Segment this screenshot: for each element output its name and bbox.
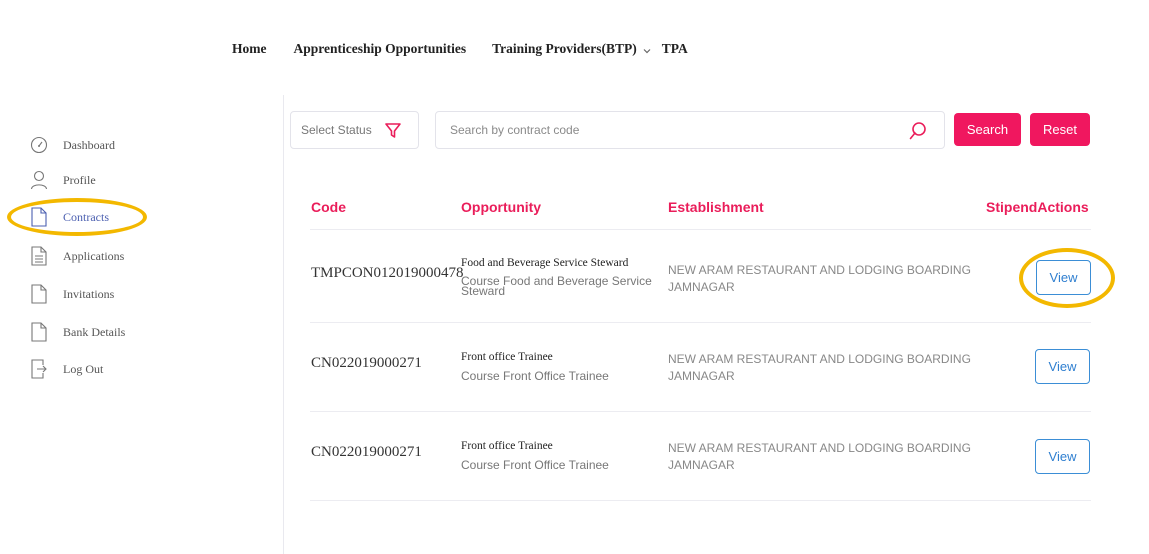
opportunity-title: Front office Trainee — [461, 440, 553, 452]
column-header-code: Code — [311, 199, 346, 215]
document-icon — [28, 321, 50, 343]
nav-training-providers-label: Training Providers(BTP) — [492, 41, 637, 56]
establishment-city: JAMNAGAR — [668, 369, 735, 383]
nav-home[interactable]: Home — [232, 41, 267, 57]
highlight-circle — [1019, 248, 1115, 308]
sidebar-item-bank-details[interactable]: Bank Details — [28, 321, 125, 343]
search-icon[interactable] — [908, 121, 928, 141]
logout-icon — [28, 358, 50, 380]
status-select[interactable]: Select Status — [290, 111, 419, 149]
establishment-city: JAMNAGAR — [668, 458, 735, 472]
document-lines-icon — [28, 245, 50, 267]
establishment-name: NEW ARAM RESTAURANT AND LODGING BOARDING — [668, 263, 971, 277]
sidebar-item-label: Profile — [63, 172, 96, 187]
sidebar-item-label: Log Out — [63, 361, 104, 376]
chevron-down-icon — [643, 49, 651, 54]
sidebar-item-invitations[interactable]: Invitations — [28, 283, 114, 305]
status-select-placeholder: Select Status — [301, 123, 372, 137]
column-header-stipend-actions: StipendActions — [986, 199, 1089, 215]
reset-button[interactable]: Reset — [1030, 113, 1090, 146]
sidebar-item-logout[interactable]: Log Out — [28, 358, 103, 380]
sidebar-item-dashboard[interactable]: Dashboard — [28, 134, 115, 156]
sidebar-item-label: Bank Details — [63, 324, 126, 339]
dashboard-icon — [28, 134, 50, 156]
search-box — [435, 111, 945, 149]
nav-tpa[interactable]: TPA — [662, 41, 688, 57]
view-button[interactable]: View — [1035, 439, 1090, 474]
search-input[interactable] — [450, 123, 890, 137]
sidebar-item-label: Invitations — [63, 286, 115, 301]
divider — [310, 500, 1091, 501]
search-button[interactable]: Search — [954, 113, 1021, 146]
opportunity-course: Course Front Office Trainee — [461, 369, 609, 383]
contract-code: CN022019000271 — [311, 355, 422, 371]
nav-training-providers[interactable]: Training Providers(BTP) — [492, 41, 652, 57]
nav-apprenticeship-opportunities[interactable]: Apprenticeship Opportunities — [294, 41, 467, 57]
divider — [310, 229, 1091, 230]
user-icon — [28, 169, 50, 191]
establishment-name: NEW ARAM RESTAURANT AND LODGING BOARDING — [668, 352, 971, 366]
opportunity-title: Food and Beverage Service Steward — [461, 257, 629, 269]
establishment-name: NEW ARAM RESTAURANT AND LODGING BOARDING — [668, 441, 971, 455]
highlight-circle — [7, 198, 147, 236]
opportunity-title: Front office Trainee — [461, 351, 553, 363]
view-button[interactable]: View — [1035, 349, 1090, 384]
opportunity-course-cont: Steward — [461, 284, 506, 298]
column-header-opportunity: Opportunity — [461, 199, 542, 215]
divider — [310, 322, 1091, 323]
contract-code: CN022019000271 — [311, 444, 422, 460]
sidebar-item-profile[interactable]: Profile — [28, 169, 96, 191]
column-header-establishment: Establishment — [668, 199, 764, 215]
establishment-city: JAMNAGAR — [668, 280, 735, 294]
opportunity-course: Course Front Office Trainee — [461, 458, 609, 472]
contract-code: TMPCON012019000478 — [311, 265, 464, 281]
top-navigation: Home Apprenticeship Opportunities Traini… — [232, 41, 688, 57]
filter-icon — [384, 123, 401, 138]
sidebar-item-applications[interactable]: Applications — [28, 245, 124, 267]
sidebar-item-label: Dashboard — [63, 137, 115, 152]
divider — [310, 411, 1091, 412]
sidebar-item-label: Applications — [63, 248, 125, 263]
document-icon — [28, 283, 50, 305]
